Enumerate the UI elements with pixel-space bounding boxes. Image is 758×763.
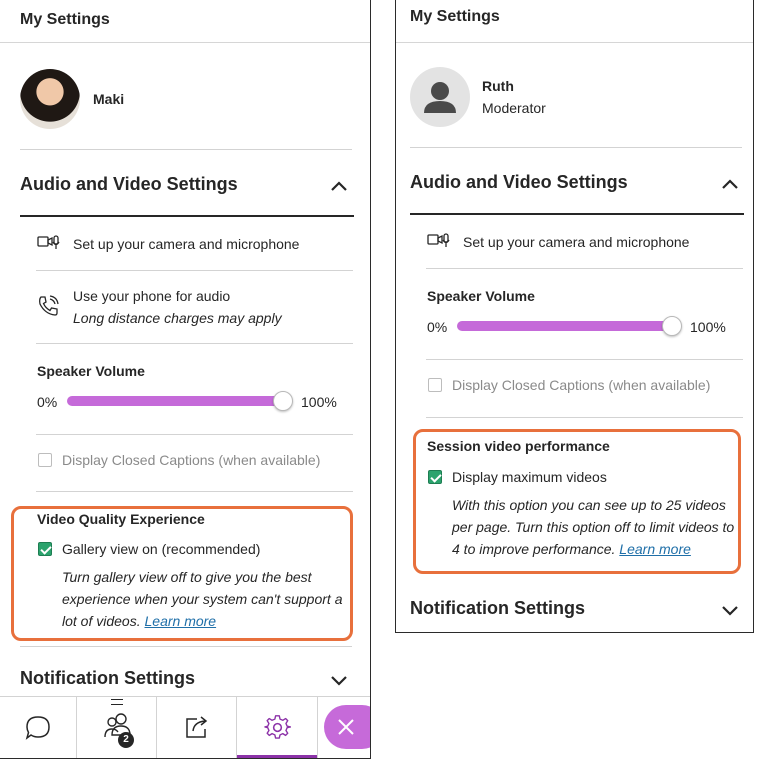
user-name: Ruth [482, 78, 514, 94]
close-panel-button[interactable] [324, 705, 370, 749]
divider [36, 491, 353, 492]
learn-more-link[interactable]: Learn more [145, 613, 217, 629]
volume-slider[interactable] [457, 321, 677, 331]
max-videos-checkbox[interactable] [428, 470, 442, 484]
chevron-down-icon [331, 676, 347, 686]
avatar [410, 67, 470, 127]
volume-max-label: 100% [301, 394, 337, 410]
chevron-down-icon [722, 606, 738, 616]
speaker-volume-label: Speaker Volume [37, 363, 145, 379]
panel-header: My Settings [396, 0, 753, 43]
user-silhouette-icon [424, 82, 456, 113]
user-name: Maki [93, 91, 125, 107]
volume-max-label: 100% [690, 319, 726, 335]
divider [36, 434, 353, 435]
gallery-view-checkbox[interactable] [38, 542, 52, 556]
participants-tab[interactable]: 2 [77, 697, 157, 758]
gallery-view-label: Gallery view on (recommended) [62, 541, 261, 557]
setup-label: Set up your camera and microphone [73, 236, 300, 252]
closed-captions-checkbox[interactable] [428, 378, 442, 392]
max-videos-label: Display maximum videos [452, 469, 607, 485]
chevron-up-icon [331, 181, 347, 191]
description-text: With this option you can see up to 25 vi… [452, 497, 735, 557]
close-icon [338, 719, 354, 735]
menu-lines-icon [111, 699, 123, 705]
closed-captions-label: Display Closed Captions (when available) [452, 377, 711, 393]
camera-mic-icon [37, 235, 60, 249]
section-title: Audio and Video Settings [20, 174, 238, 194]
volume-min-label: 0% [427, 319, 448, 335]
setup-camera-mic-button[interactable]: Set up your camera and microphone [36, 226, 352, 262]
audio-video-section-header[interactable]: Audio and Video Settings [410, 148, 744, 214]
section-title: Notification Settings [410, 598, 585, 618]
volume-slider-thumb[interactable] [273, 391, 293, 411]
divider [426, 417, 743, 418]
divider [36, 270, 353, 271]
phone-sublabel: Long distance charges may apply [73, 310, 282, 326]
divider [36, 343, 353, 344]
gallery-view-description: Turn gallery view off to give you the be… [62, 566, 344, 632]
audio-video-section-header[interactable]: Audio and Video Settings [20, 150, 354, 216]
speaker-volume-label: Speaker Volume [427, 288, 535, 304]
settings-panel-right: My Settings Ruth Moderator Audio and Vid… [395, 0, 754, 633]
divider [426, 359, 743, 360]
chat-icon [25, 716, 50, 740]
volume-slider[interactable] [67, 396, 287, 406]
panel-header: My Settings [0, 0, 370, 43]
divider [426, 268, 743, 269]
chevron-up-icon [722, 179, 738, 189]
camera-mic-icon [427, 233, 450, 247]
volume-min-label: 0% [37, 394, 58, 410]
user-role: Moderator [482, 100, 546, 116]
closed-captions-label: Display Closed Captions (when available) [62, 452, 321, 468]
closed-captions-checkbox[interactable] [38, 453, 52, 467]
panel-title: My Settings [20, 11, 110, 28]
phone-label: Use your phone for audio [73, 288, 231, 304]
notification-section-header[interactable]: Notification Settings [410, 588, 744, 624]
settings-tab[interactable] [237, 697, 318, 758]
setup-label: Set up your camera and microphone [463, 234, 690, 250]
phone-audio-button[interactable]: Use your phone for audio Long distance c… [36, 280, 352, 330]
section-divider [410, 213, 744, 215]
panel-title: My Settings [410, 8, 500, 25]
share-tab[interactable] [157, 697, 237, 758]
section-divider [20, 215, 354, 217]
setup-camera-mic-button[interactable]: Set up your camera and microphone [426, 224, 742, 260]
volume-slider-thumb[interactable] [662, 316, 682, 336]
active-tab-indicator [237, 755, 317, 758]
share-content-icon [186, 716, 208, 738]
participants-badge: 2 [118, 732, 134, 748]
video-quality-title: Video Quality Experience [37, 511, 205, 527]
notification-section-header[interactable]: Notification Settings [20, 658, 354, 694]
gear-icon [264, 715, 291, 739]
divider [20, 646, 352, 647]
phone-icon [39, 295, 59, 316]
chat-tab[interactable] [0, 697, 77, 758]
session-video-title: Session video performance [427, 438, 610, 454]
settings-panel-left: My Settings Maki Audio and Video Setting… [0, 0, 371, 759]
learn-more-link[interactable]: Learn more [619, 541, 691, 557]
section-title: Audio and Video Settings [410, 172, 628, 192]
max-videos-description: With this option you can see up to 25 vi… [452, 494, 736, 560]
bottom-toolbar: 2 [0, 696, 370, 758]
section-title: Notification Settings [20, 668, 195, 688]
avatar [20, 69, 80, 129]
